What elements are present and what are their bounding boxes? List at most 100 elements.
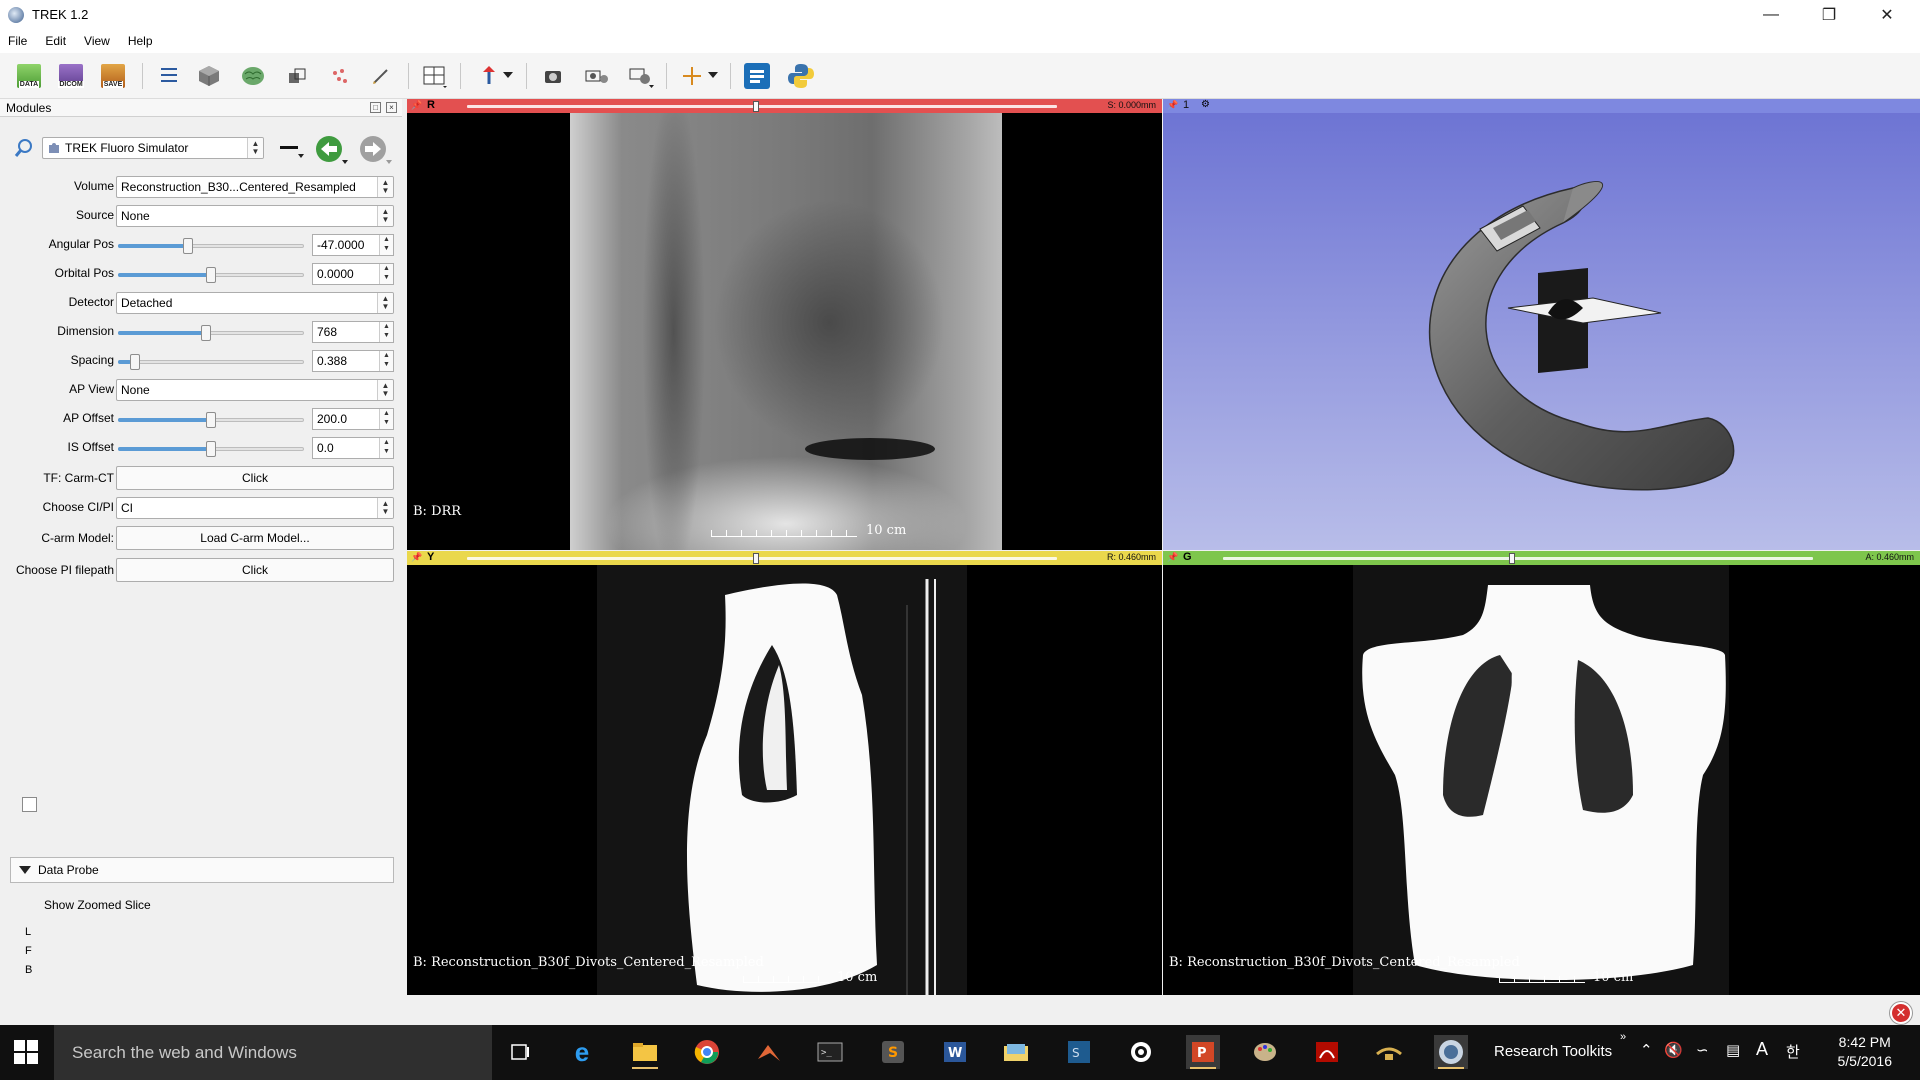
input-language-icon[interactable]: A bbox=[1756, 1039, 1768, 1060]
green-slider-handle[interactable] bbox=[1509, 553, 1516, 564]
transforms-button[interactable] bbox=[282, 61, 312, 91]
choose-ci-pi-select[interactable]: CI ▲ ▼ bbox=[116, 497, 394, 519]
ime-icon[interactable]: 한 bbox=[1786, 1041, 1800, 1062]
command-prompt-icon[interactable]: >_ bbox=[813, 1035, 847, 1069]
back-button[interactable] bbox=[314, 135, 348, 165]
matlab-icon[interactable] bbox=[752, 1035, 786, 1069]
toolbar-expand-icon[interactable]: » bbox=[1620, 1031, 1626, 1043]
load-data-button[interactable]: DATA bbox=[14, 61, 44, 91]
spin-arrows-icon[interactable]: ▲ ▼ bbox=[379, 409, 393, 429]
menu-edit[interactable]: Edit bbox=[45, 34, 66, 48]
slider-handle[interactable] bbox=[200, 325, 211, 341]
visual-studio-icon[interactable]: S bbox=[1062, 1035, 1096, 1069]
spin-arrows-icon[interactable]: ▲ ▼ bbox=[379, 264, 393, 284]
search-icon[interactable] bbox=[14, 138, 34, 158]
spacing-slider[interactable] bbox=[118, 351, 304, 371]
layout-button[interactable] bbox=[420, 61, 450, 91]
slider-handle[interactable] bbox=[206, 412, 216, 428]
models-button[interactable] bbox=[238, 61, 268, 91]
error-log-icon[interactable]: ✕ bbox=[1890, 1002, 1912, 1024]
slider-handle[interactable] bbox=[183, 238, 194, 254]
history-button[interactable] bbox=[278, 138, 304, 160]
trek-slicer-icon[interactable] bbox=[1434, 1035, 1468, 1069]
crosshair-sync-button[interactable] bbox=[626, 61, 656, 91]
menu-view[interactable]: View bbox=[84, 34, 110, 48]
editor-button[interactable] bbox=[366, 61, 396, 91]
volume-muted-icon[interactable]: 🔇 bbox=[1664, 1041, 1683, 1059]
pin-icon[interactable]: 📌 bbox=[411, 100, 422, 111]
pi-filepath-button[interactable]: Click bbox=[116, 558, 394, 582]
save-button[interactable]: SAVE bbox=[98, 61, 128, 91]
tf-carm-ct-button[interactable]: Click bbox=[116, 466, 394, 490]
gear-icon[interactable]: ⚙ bbox=[1201, 99, 1210, 110]
extension-manager-button[interactable] bbox=[742, 61, 772, 91]
sublime-text-icon[interactable]: S bbox=[876, 1035, 910, 1069]
mouse-mode-dropdown[interactable] bbox=[500, 61, 516, 91]
red-slider-handle[interactable] bbox=[753, 101, 760, 112]
is-offset-slider[interactable] bbox=[118, 438, 304, 458]
module-select[interactable]: TREK Fluoro Simulator ▲ ▼ bbox=[42, 137, 264, 159]
close-window-button[interactable]: ✕ bbox=[1858, 0, 1916, 29]
ap-view-select[interactable]: None ▲ ▼ bbox=[116, 379, 394, 401]
slider-handle[interactable] bbox=[206, 267, 216, 283]
is-offset-input[interactable]: 0.0 ▲ ▼ bbox=[312, 437, 394, 459]
taskbar-search[interactable]: Search the web and Windows bbox=[54, 1025, 492, 1080]
load-carm-model-button[interactable]: Load C-arm Model... bbox=[116, 526, 394, 550]
spacing-input[interactable]: 0.388 ▲ ▼ bbox=[312, 350, 394, 372]
forward-button[interactable] bbox=[358, 135, 392, 165]
chrome-icon[interactable] bbox=[690, 1035, 724, 1069]
spin-arrows-icon[interactable]: ▲ ▼ bbox=[379, 235, 393, 255]
close-panel-button[interactable]: × bbox=[386, 102, 397, 113]
crosshair-button[interactable] bbox=[677, 61, 707, 91]
restore-button[interactable]: ❐ bbox=[1800, 0, 1858, 29]
undock-button[interactable]: □ bbox=[370, 102, 381, 113]
word-icon[interactable]: W bbox=[938, 1035, 972, 1069]
task-view-icon[interactable] bbox=[503, 1035, 537, 1069]
angular-pos-input[interactable]: -47.0000 ▲ ▼ bbox=[312, 234, 394, 256]
research-toolkits-toolbar[interactable]: Research Toolkits bbox=[1494, 1043, 1612, 1060]
yellow-slice-view[interactable]: 📌 Y R: 0.460mm B: Reconstruction_B30f_Di… bbox=[407, 551, 1162, 995]
powerpoint-icon[interactable]: P bbox=[1186, 1035, 1220, 1069]
tray-overflow-icon[interactable]: ⌃ bbox=[1640, 1041, 1653, 1059]
crosshair-dropdown[interactable] bbox=[705, 61, 721, 91]
acrobat-icon[interactable] bbox=[1310, 1035, 1344, 1069]
yellow-slice-slider[interactable] bbox=[467, 557, 1057, 560]
paint-icon[interactable] bbox=[1248, 1035, 1282, 1069]
dimension-slider[interactable] bbox=[118, 322, 304, 342]
pin-icon[interactable]: 📌 bbox=[1167, 552, 1178, 563]
pin-icon[interactable]: 📌 bbox=[411, 552, 422, 563]
scene-view-button[interactable] bbox=[582, 61, 612, 91]
wifi-icon[interactable]: ∽ bbox=[1696, 1041, 1709, 1059]
ap-offset-slider[interactable] bbox=[118, 409, 304, 429]
action-center-icon[interactable]: ▤ bbox=[1726, 1041, 1740, 1059]
detector-select[interactable]: Detached ▲ ▼ bbox=[116, 292, 394, 314]
yellow-slider-handle[interactable] bbox=[753, 553, 760, 564]
dimension-input[interactable]: 768 ▲ ▼ bbox=[312, 321, 394, 343]
menu-help[interactable]: Help bbox=[128, 34, 153, 48]
slider-handle[interactable] bbox=[130, 354, 141, 370]
python-console-button[interactable] bbox=[786, 61, 816, 91]
orbital-pos-slider[interactable] bbox=[118, 264, 304, 284]
spin-arrows-icon[interactable]: ▲ ▼ bbox=[379, 351, 393, 371]
menu-file[interactable]: File bbox=[8, 34, 27, 48]
spin-arrows-icon[interactable]: ▲ ▼ bbox=[379, 322, 393, 342]
github-icon[interactable] bbox=[1124, 1035, 1158, 1069]
load-dicom-button[interactable]: DICOM bbox=[56, 61, 86, 91]
markups-button[interactable] bbox=[324, 61, 354, 91]
ap-offset-input[interactable]: 200.0 ▲ ▼ bbox=[312, 408, 394, 430]
angular-pos-slider[interactable] bbox=[118, 235, 304, 255]
research-app-icon[interactable] bbox=[1372, 1035, 1406, 1069]
minimize-button[interactable]: — bbox=[1742, 0, 1800, 29]
source-select[interactable]: None ▲ ▼ bbox=[116, 205, 394, 227]
edge-browser-icon[interactable]: e bbox=[565, 1035, 599, 1069]
green-slice-slider[interactable] bbox=[1223, 557, 1813, 560]
start-button[interactable] bbox=[14, 1040, 38, 1064]
volume-select[interactable]: Reconstruction_B30...Centered_Resampled ▲… bbox=[116, 176, 394, 198]
data-probe-header[interactable]: Data Probe bbox=[10, 857, 394, 883]
spin-arrows-icon[interactable]: ▲ ▼ bbox=[379, 438, 393, 458]
orbital-pos-input[interactable]: 0.0000 ▲ ▼ bbox=[312, 263, 394, 285]
module-list-button[interactable] bbox=[154, 61, 184, 91]
red-slice-slider[interactable] bbox=[467, 105, 1057, 108]
screenshot-button[interactable] bbox=[538, 61, 568, 91]
slider-handle[interactable] bbox=[206, 441, 216, 457]
